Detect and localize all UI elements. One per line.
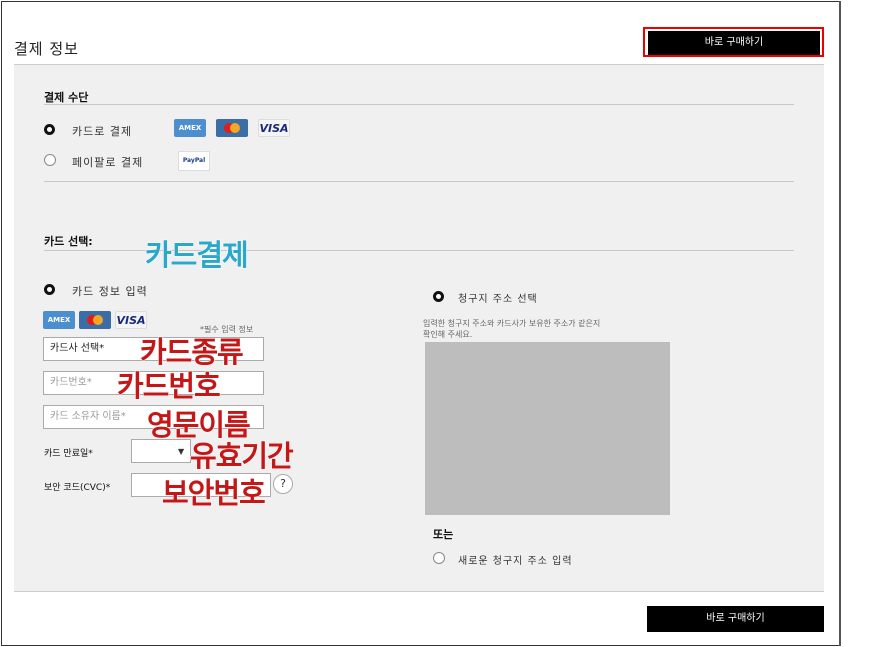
pay-by-card-radio[interactable] (44, 124, 55, 135)
pay-by-card-label: 카드로 결제 (72, 125, 133, 138)
or-label: 또는 (433, 528, 454, 541)
mastercard-logo (216, 119, 248, 137)
page-border (839, 1, 841, 646)
annotation-card-number: 카드번호 (117, 369, 222, 404)
divider (44, 104, 794, 105)
annotation-card-payment: 카드결제 (145, 238, 250, 273)
mastercard-logo (79, 311, 111, 329)
visa-logo: VISA (258, 119, 290, 137)
divider (44, 181, 794, 182)
billing-address-placeholder (425, 342, 670, 515)
cvc-label: 보안 코드(CVC)* (44, 483, 111, 493)
enter-card-info-radio[interactable] (44, 284, 55, 295)
pay-by-paypal-label: 페이팔로 결제 (72, 156, 144, 169)
card-select-heading: 카드 선택: (44, 235, 93, 248)
expiry-label: 카드 만료일* (44, 449, 93, 459)
billing-note-line2: 확인해 주세요. (423, 330, 473, 339)
amex-logo: AMEX (174, 119, 206, 137)
annotation-expiry: 유효기간 (190, 439, 295, 474)
billing-address-select-label: 청구지 주소 선택 (458, 294, 538, 305)
visa-logo: VISA (115, 311, 147, 329)
enter-card-info-label: 카드 정보 입력 (72, 285, 148, 298)
payment-method-heading: 결제 수단 (44, 91, 89, 104)
pay-by-paypal-radio[interactable] (44, 154, 56, 166)
annotation-security-code: 보안번호 (162, 476, 267, 511)
new-billing-address-radio[interactable] (433, 552, 445, 564)
buy-now-button-bottom[interactable]: 바로 구매하기 (647, 606, 824, 632)
page-margin (840, 0, 870, 647)
page-title: 결제 정보 (14, 40, 79, 58)
new-billing-address-label: 새로운 청구지 주소 입력 (458, 556, 573, 567)
billing-note-line1: 입력한 청구지 주소와 카드사가 보유한 주소가 같은지 (423, 319, 601, 328)
paypal-logo: PayPal (178, 151, 210, 171)
help-icon[interactable]: ? (273, 474, 293, 494)
billing-address-select-radio[interactable] (433, 291, 444, 302)
buy-now-button-top[interactable]: 바로 구매하기 (648, 31, 820, 55)
amex-logo: AMEX (43, 311, 75, 329)
chevron-down-icon: ▼ (178, 447, 185, 456)
